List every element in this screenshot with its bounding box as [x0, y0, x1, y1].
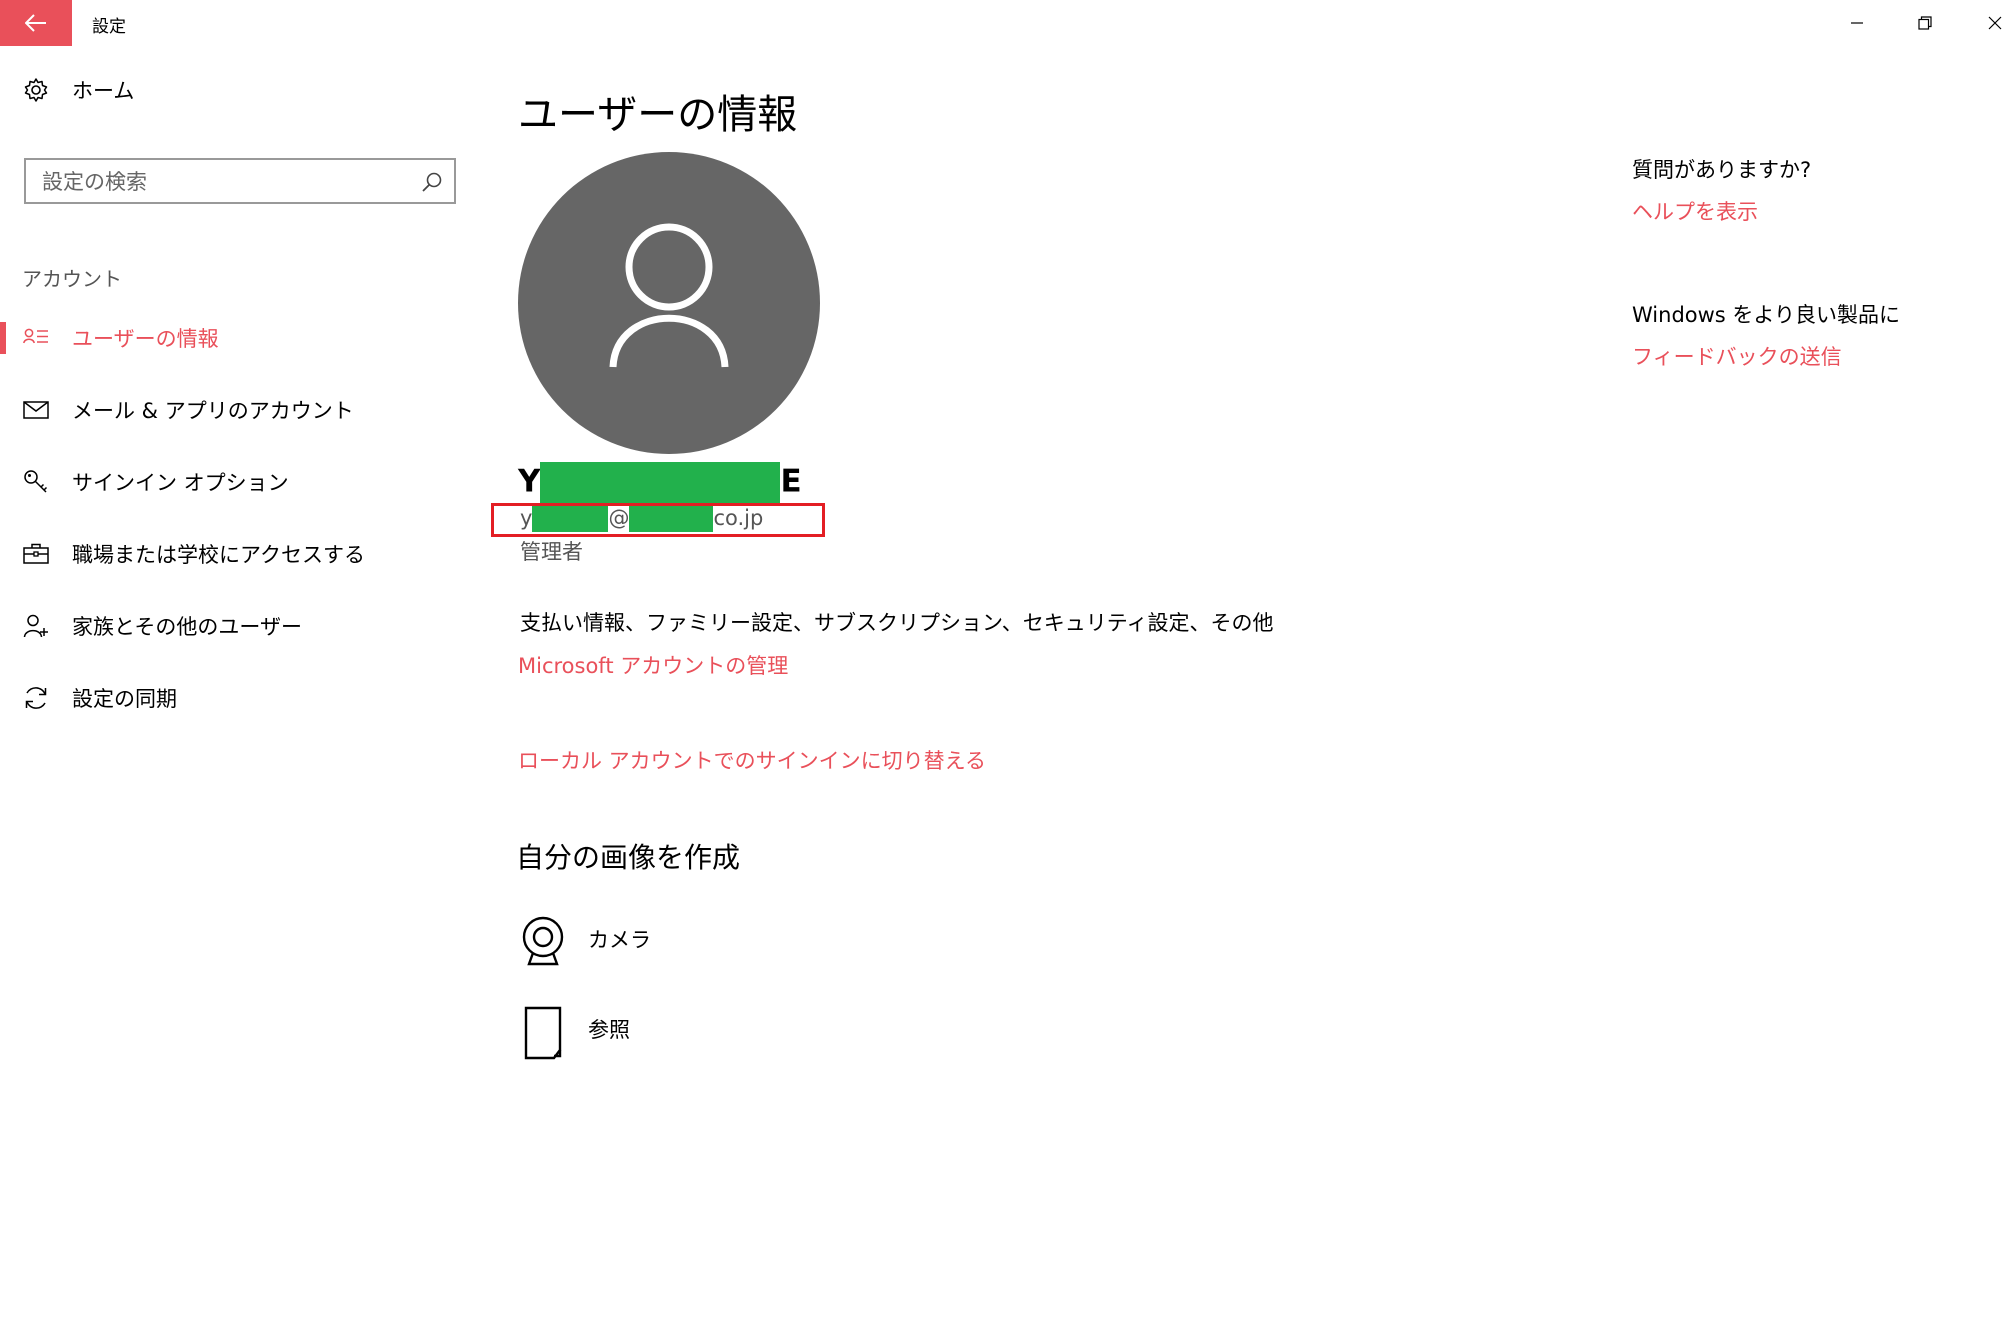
- mail-icon: [22, 396, 50, 424]
- user-name: YE: [518, 462, 802, 504]
- app-title: 設定: [92, 17, 126, 37]
- section-title: アカウント: [22, 267, 122, 291]
- browse-label: 参照: [588, 1018, 630, 1042]
- switch-local-account-link[interactable]: ローカル アカウントでのサインインに切り替える: [518, 745, 986, 775]
- page-title: ユーザーの情報: [518, 92, 798, 138]
- sidebar-item-label: サインイン オプション: [72, 471, 289, 495]
- restore-icon: [1918, 16, 1932, 30]
- back-button[interactable]: [0, 0, 72, 46]
- sidebar-item-label: 設定の同期: [72, 687, 177, 711]
- home-label: ホーム: [72, 79, 135, 103]
- email-highlight-box: [491, 503, 825, 537]
- search-input[interactable]: [40, 166, 414, 198]
- active-indicator: [0, 322, 6, 354]
- sync-icon: [22, 684, 50, 712]
- feedback-text: Windows をより良い製品に: [1632, 303, 1900, 327]
- camera-label: カメラ: [588, 928, 651, 952]
- account-description: 支払い情報、ファミリー設定、サブスクリプション、セキュリティ設定、その他: [520, 611, 1274, 635]
- name-redaction: [540, 462, 781, 504]
- avatar: [518, 152, 820, 454]
- sidebar-item-label: 職場または学校にアクセスする: [72, 543, 365, 567]
- minimize-icon: [1851, 22, 1863, 24]
- add-user-icon: [22, 612, 50, 640]
- browse-file-icon: [524, 1006, 562, 1060]
- user-name-start: Y: [518, 463, 541, 500]
- user-name-end: E: [780, 463, 802, 500]
- back-arrow-icon: [25, 14, 46, 32]
- close-icon: [1988, 16, 2002, 30]
- home-nav-item[interactable]: ホーム: [0, 62, 470, 118]
- question-text: 質問がありますか?: [1632, 158, 1812, 182]
- sidebar-item-label: ユーザーの情報: [72, 327, 219, 351]
- browse-option[interactable]: 参照: [520, 1006, 720, 1066]
- sidebar-item-label: メール & アプリのアカウント: [72, 399, 354, 423]
- camera-option[interactable]: カメラ: [520, 916, 720, 976]
- sidebar-item-sync-settings[interactable]: 設定の同期: [0, 670, 470, 726]
- sidebar: ホーム アカウント ユーザーの情報 メール &: [0, 46, 480, 1343]
- user-avatar-icon: [609, 223, 729, 368]
- sidebar-item-user-info[interactable]: ユーザーの情報: [0, 310, 470, 366]
- sidebar-item-mail-accounts[interactable]: メール & アプリのアカウント: [0, 382, 470, 438]
- gear-icon: [22, 76, 50, 104]
- user-role: 管理者: [520, 540, 583, 564]
- close-button[interactable]: [1960, 0, 2015, 46]
- search-icon[interactable]: [420, 170, 444, 194]
- webcam-icon: [522, 916, 564, 966]
- minimize-button[interactable]: [1822, 0, 1892, 46]
- sidebar-item-family-users[interactable]: 家族とその他のユーザー: [0, 598, 470, 654]
- sidebar-item-sign-in-options[interactable]: サインイン オプション: [0, 454, 470, 510]
- feedback-link[interactable]: フィードバックの送信: [1632, 341, 1842, 371]
- sidebar-item-work-school[interactable]: 職場または学校にアクセスする: [0, 526, 470, 582]
- briefcase-icon: [22, 540, 50, 568]
- sidebar-item-label: 家族とその他のユーザー: [72, 615, 302, 639]
- search-box[interactable]: [24, 158, 456, 204]
- title-bar: 設定: [0, 0, 2015, 46]
- key-icon: [22, 468, 50, 496]
- help-link[interactable]: ヘルプを表示: [1632, 196, 1758, 226]
- restore-button[interactable]: [1890, 0, 1960, 46]
- user-info-icon: [22, 324, 50, 352]
- create-picture-title: 自分の画像を作成: [516, 841, 741, 874]
- manage-microsoft-account-link[interactable]: Microsoft アカウントの管理: [518, 650, 788, 680]
